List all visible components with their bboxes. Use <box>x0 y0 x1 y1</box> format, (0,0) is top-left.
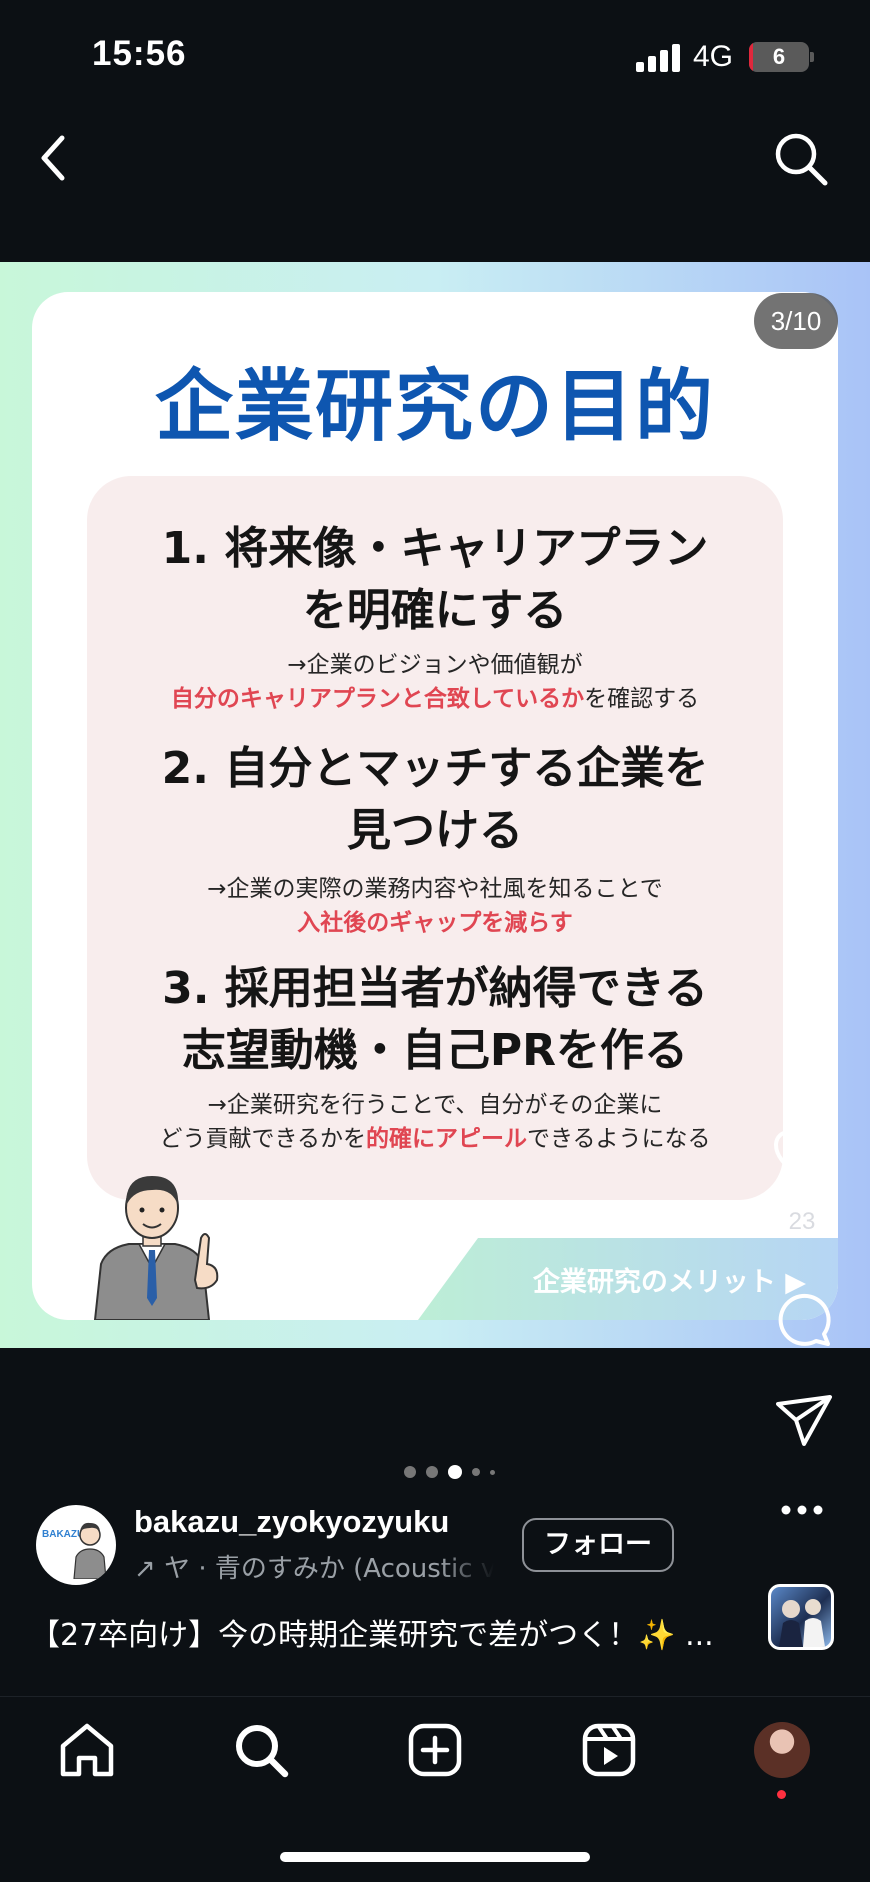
battery-icon: 6 <box>749 42 809 72</box>
item-desc-line: どう貢献できるかを的確にアピールできるようになる <box>87 1122 783 1156</box>
item-desc: →企業研究を行うことで、自分がその企業に どう貢献できるかを的確にアピールできる… <box>87 1088 783 1156</box>
home-icon[interactable] <box>57 1720 117 1780</box>
avatar-person-illustration <box>73 1522 107 1579</box>
comment-icon[interactable] <box>774 1290 832 1348</box>
reels-icon[interactable] <box>579 1720 639 1780</box>
battery-level: 6 <box>772 44 786 69</box>
heart-icon[interactable] <box>772 1128 832 1184</box>
username[interactable]: bakazu_zyokyozyuku <box>134 1504 449 1540</box>
post-caption[interactable]: 【27卒向け】今の時期企業研究で差がつく！✨ ... <box>30 1610 750 1654</box>
slide-card: 企業研究の目的 1. 将来像・キャリアプラン を明確にする →企業のビジョンや価… <box>32 292 838 1320</box>
item-desc: →企業の実際の業務内容や社風を知ることで 入社後のギャップを減らす <box>87 872 783 940</box>
signal-icon <box>636 44 680 72</box>
item-desc-line: 自分のキャリアプランと合致しているかを確認する <box>87 682 783 716</box>
slide-counter: 3/10 <box>754 293 838 349</box>
item-desc-line: →企業の実際の業務内容や社風を知ることで <box>207 876 663 902</box>
item-desc-rest: できるようになる <box>527 1126 711 1152</box>
notification-dot <box>777 1790 786 1799</box>
music-thumbnail[interactable] <box>768 1584 834 1650</box>
item-desc-pre: どう貢献できるかを <box>159 1126 366 1152</box>
slide-title: 企業研究の目的 <box>154 362 715 452</box>
music-label[interactable]: ↗ ヤ · 青のすみか (Acoustic ver.) <box>134 1548 494 1585</box>
network-label: 4G <box>693 40 734 73</box>
profile-avatar[interactable] <box>754 1722 810 1778</box>
back-icon[interactable] <box>30 128 80 188</box>
item-heading: 2. 自分とマッチする企業を 見つける <box>161 743 709 856</box>
carousel-dot <box>426 1466 438 1478</box>
item-desc-line: →企業研究を行うことで、自分がその企業に <box>207 1092 663 1118</box>
carousel-dots <box>404 1464 514 1480</box>
carousel-dot-active <box>448 1465 462 1479</box>
item-heading: 3. 採用担当者が納得できる 志望動機・自己PRを作る <box>162 963 708 1076</box>
home-indicator[interactable] <box>280 1852 590 1862</box>
add-icon[interactable] <box>405 1720 465 1780</box>
item-highlight: 的確にアピール <box>366 1126 527 1152</box>
carousel-dot <box>472 1468 480 1476</box>
item-highlight: 入社後のギャップを減らす <box>297 910 573 936</box>
like-count[interactable]: 23 <box>770 1208 834 1236</box>
share-icon[interactable] <box>774 1392 834 1448</box>
carousel-dot <box>490 1469 495 1475</box>
item-desc-rest: を確認する <box>584 686 700 712</box>
purpose-list: 1. 将来像・キャリアプラン を明確にする →企業のビジョンや価値観が 自分のキ… <box>87 476 783 1200</box>
album-art <box>779 1599 825 1647</box>
item-desc-line: 入社後のギャップを減らす <box>87 906 783 940</box>
banner-label: 企業研究のメリット ▶ <box>532 1267 806 1298</box>
search-icon[interactable] <box>772 130 830 188</box>
businessman-illustration <box>93 1176 219 1320</box>
item-heading: 1. 将来像・キャリアプラン を明確にする <box>161 523 709 636</box>
more-icon[interactable] <box>780 1504 824 1516</box>
item-desc: →企業のビジョンや価値観が 自分のキャリアプランと合致しているかを確認する <box>87 648 783 716</box>
carousel-dot <box>404 1466 416 1478</box>
avatar[interactable]: BAKAZU <box>36 1505 116 1585</box>
battery-tip <box>810 52 814 62</box>
follow-button[interactable]: フォロー <box>522 1518 674 1572</box>
post-image[interactable]: 企業研究の目的 1. 将来像・キャリアプラン を明確にする →企業のビジョンや価… <box>0 262 870 1348</box>
item-desc-line: →企業のビジョンや価値観が <box>287 652 583 678</box>
status-time: 15:56 <box>92 34 187 73</box>
item-highlight: 自分のキャリアプランと合致しているか <box>170 686 585 712</box>
search-nav-icon[interactable] <box>231 1720 291 1780</box>
